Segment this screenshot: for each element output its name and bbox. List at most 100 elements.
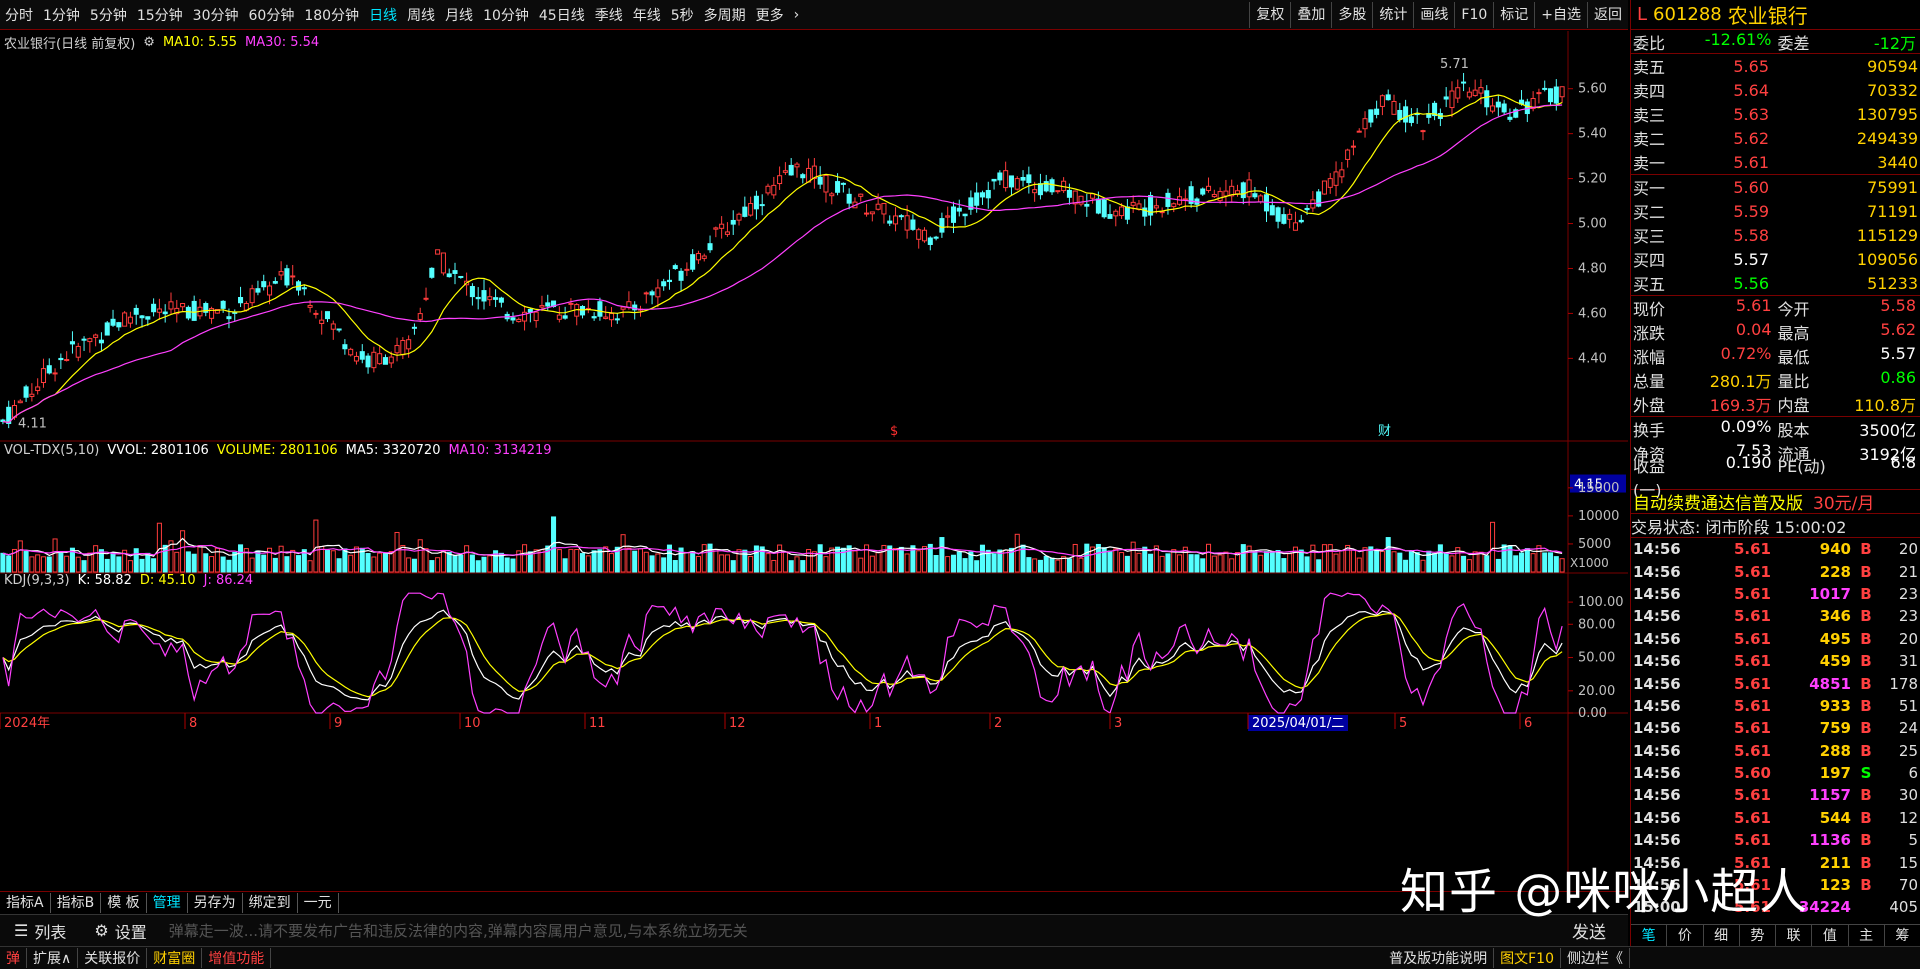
tick-price: 5.60: [1733, 764, 1771, 783]
ad-banner[interactable]: 自动续费通达信普及版 30元/月: [1631, 490, 1920, 514]
candle-body: [1420, 130, 1426, 133]
candle-body: [371, 351, 377, 369]
volume-bar: [1211, 555, 1217, 573]
status-item-1[interactable]: 扩展∧: [27, 948, 79, 968]
status-item-0[interactable]: 弹: [0, 948, 27, 968]
quote-tab-1[interactable]: 价: [1667, 925, 1704, 946]
gear-icon[interactable]: ⚙: [143, 35, 155, 50]
candle-body: [429, 267, 435, 278]
stat-label: 外盘: [1633, 396, 1666, 415]
candle-body: [365, 355, 371, 368]
period-tab-15[interactable]: 多周期: [699, 5, 751, 25]
period-tab-14[interactable]: 5秒: [666, 5, 699, 25]
indicator-button-3[interactable]: 管理: [147, 892, 188, 913]
tool-button-7[interactable]: +自选: [1534, 1, 1587, 28]
candle-body: [539, 305, 545, 308]
volume-bar: [1420, 559, 1426, 573]
tick-volume: 288: [1819, 741, 1851, 760]
candle-body: [724, 231, 730, 235]
period-tab-11[interactable]: 45日线: [534, 5, 590, 25]
period-tab-2[interactable]: 5分钟: [85, 5, 132, 25]
status-right-1[interactable]: 图文F10: [1494, 948, 1561, 968]
period-tab-0[interactable]: 分时: [0, 5, 38, 25]
candle-body: [892, 215, 899, 225]
quote-tab-6[interactable]: 主: [1849, 925, 1885, 946]
period-tab-16[interactable]: 更多: [751, 5, 789, 25]
tool-button-6[interactable]: 标记: [1493, 1, 1534, 28]
tool-button-4[interactable]: 画线: [1413, 1, 1454, 28]
kline-chart-svg[interactable]: 5.605.405.205.004.804.604.404.155.714.11…: [0, 31, 1628, 891]
volume-bar: [835, 546, 841, 573]
tick-price: 5.61: [1733, 652, 1771, 671]
candle-body: [997, 172, 1003, 181]
chevron-right-icon[interactable]: ›: [789, 7, 805, 23]
tool-button-5[interactable]: F10: [1454, 1, 1493, 28]
candle-body: [858, 193, 864, 197]
quote-tab-2[interactable]: 细: [1704, 925, 1740, 946]
period-tab-5[interactable]: 60分钟: [244, 5, 300, 25]
status-item-2[interactable]: 关联报价: [78, 948, 148, 968]
tool-button-1[interactable]: 叠加: [1290, 1, 1331, 28]
quote-panel: L 601288 农业银行 委比 -12.61% 委差 -12万 卖五 5.65 905…: [1630, 0, 1920, 946]
period-tab-12[interactable]: 季线: [590, 5, 628, 25]
period-tab-1[interactable]: 1分钟: [38, 5, 85, 25]
candle-body: [324, 311, 331, 320]
status-item-3[interactable]: 财富圈: [147, 948, 203, 968]
tool-button-0[interactable]: 复权: [1249, 1, 1290, 28]
date-label: 2: [994, 716, 1002, 731]
indicator-button-6[interactable]: 一元: [298, 892, 339, 913]
volume-bar: [875, 552, 881, 573]
quote-tab-0[interactable]: 笔: [1631, 925, 1668, 946]
volume-bar: [446, 551, 452, 573]
indicator-button-0[interactable]: 指标A: [0, 892, 51, 913]
settings-button[interactable]: ⚙ 设置: [80, 919, 160, 943]
volume-bar: [52, 538, 58, 573]
tick-price: 5.61: [1733, 562, 1771, 581]
volume-bar: [637, 548, 644, 573]
period-tab-4[interactable]: 30分钟: [188, 5, 244, 25]
volume-bar: [788, 560, 794, 573]
candle-body: [261, 281, 267, 288]
indicator-button-1[interactable]: 指标B: [51, 892, 102, 913]
vol-indicator-name[interactable]: VOL-TDX(5,10): [4, 443, 99, 458]
bids-price: 5.60: [1733, 177, 1769, 197]
chart-title: 农业银行(日线 前复权): [4, 37, 136, 52]
quote-tab-5[interactable]: 值: [1812, 925, 1849, 946]
period-tab-6[interactable]: 180分钟: [299, 5, 364, 25]
period-tab-3[interactable]: 15分钟: [132, 5, 188, 25]
candle-body: [1501, 103, 1507, 113]
bids-price: 5.56: [1733, 273, 1769, 293]
status-right-0[interactable]: 普及版功能说明: [1383, 948, 1495, 968]
tick-row: 14:56 5.61 1136 B 5: [1631, 829, 1920, 851]
tool-button-2[interactable]: 多股: [1331, 1, 1372, 28]
chart-area[interactable]: 5.60 5.40 5.20 5.00 4.80 4.60 4.40 4.15 5.71 4.11…: [0, 31, 1628, 891]
volume-bar: [1159, 555, 1165, 573]
period-tab-8[interactable]: 周线: [402, 5, 440, 25]
volume-bar: [522, 544, 528, 573]
status-right-2[interactable]: 侧边栏《: [1561, 948, 1630, 968]
indicator-button-4[interactable]: 另存为: [188, 892, 243, 913]
period-tab-10[interactable]: 10分钟: [478, 5, 534, 25]
volume-bar: [1449, 555, 1455, 573]
danmaku-input[interactable]: 弹幕走一波...请不要发布广告和违反法律的内容,弹幕内容属用户意见,与本系统立场…: [161, 920, 1628, 941]
period-tab-13[interactable]: 年线: [628, 5, 666, 25]
tick-row: 14:56 5.61 933 B 51: [1631, 695, 1920, 717]
list-button[interactable]: ☰ 列表: [0, 919, 80, 943]
volume-bar: [916, 550, 922, 573]
period-tab-9[interactable]: 月线: [440, 5, 478, 25]
kdj-indicator-name[interactable]: KDJ(9,3,3): [4, 573, 70, 588]
tick-row: 14:56 5.61 1017 B 23: [1631, 583, 1920, 605]
candle-body: [423, 297, 429, 300]
vol-ma5-value: MA5: 3320720: [345, 443, 441, 458]
quote-tab-3[interactable]: 势: [1740, 925, 1776, 946]
volume-bar: [1217, 554, 1223, 573]
status-item-4[interactable]: 增值功能: [202, 948, 272, 968]
indicator-button-2[interactable]: 模 板: [101, 892, 147, 913]
tool-button-3[interactable]: 统计: [1372, 1, 1413, 28]
tool-button-8[interactable]: 返回: [1587, 1, 1628, 28]
quote-tab-7[interactable]: 筹: [1885, 925, 1920, 946]
indicator-button-5[interactable]: 绑定到: [243, 892, 298, 913]
quote-tab-4[interactable]: 联: [1776, 925, 1813, 946]
period-tab-7[interactable]: 日线: [364, 5, 402, 25]
volume-bar: [440, 550, 446, 573]
